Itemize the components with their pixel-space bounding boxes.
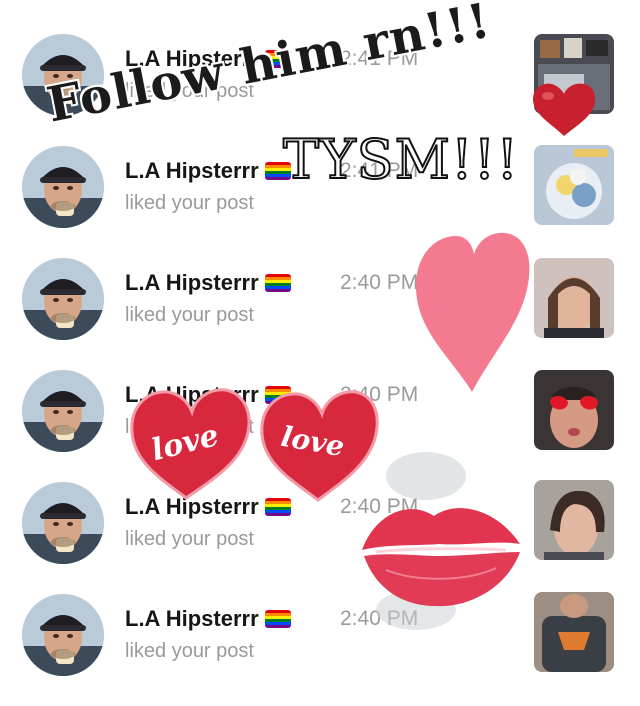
post-thumbnail[interactable] — [534, 145, 614, 225]
action-text: liked your post — [125, 304, 254, 326]
post-thumbnail[interactable] — [534, 34, 614, 114]
rainbow-flag-icon — [264, 274, 291, 292]
post-thumbnail[interactable] — [534, 480, 614, 560]
avatar[interactable] — [22, 594, 104, 676]
timestamp: 2:40 PM — [340, 607, 419, 630]
username[interactable]: L.A Hipsterrr — [125, 382, 291, 408]
action-text: liked your post — [125, 416, 254, 438]
post-thumbnail[interactable] — [534, 370, 614, 450]
timestamp: 2:40 PM — [340, 383, 419, 406]
notification-row[interactable]: L.A Hipsterrr 2:40 PM liked your post — [0, 592, 640, 706]
rainbow-flag-icon — [264, 498, 291, 516]
avatar[interactable] — [22, 258, 104, 340]
action-text: liked your post — [125, 192, 254, 214]
timestamp: 2:40 PM — [340, 495, 419, 518]
rainbow-flag-icon — [264, 610, 291, 628]
rainbow-flag-icon — [264, 386, 291, 404]
avatar[interactable] — [22, 146, 104, 228]
avatar[interactable] — [22, 370, 104, 452]
post-thumbnail[interactable] — [534, 258, 614, 338]
username[interactable]: L.A Hipsterrr — [125, 270, 291, 296]
notification-row[interactable]: L.A Hipsterrr 2:40 PM liked your post — [0, 370, 640, 482]
username[interactable]: L.A Hipsterrr — [125, 494, 291, 520]
avatar[interactable] — [22, 482, 104, 564]
post-thumbnail[interactable] — [534, 592, 614, 672]
notification-row[interactable]: L.A Hipsterrr 2:40 PM liked your post — [0, 480, 640, 594]
action-text: liked your post — [125, 528, 254, 550]
notification-row[interactable]: L.A Hipsterrr 2:40 PM liked your post — [0, 258, 640, 370]
username[interactable]: L.A Hipsterrr — [125, 606, 291, 632]
timestamp: 2:40 PM — [340, 271, 419, 294]
tysm-caption: TYSM!!! — [282, 127, 520, 192]
action-text: liked your post — [125, 640, 254, 662]
username[interactable]: L.A Hipsterrr — [125, 158, 291, 184]
